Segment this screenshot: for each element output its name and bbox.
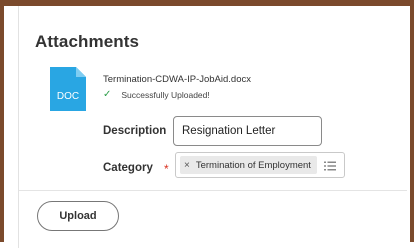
description-input[interactable] <box>173 116 322 146</box>
section-divider <box>19 190 407 191</box>
required-indicator: * <box>164 162 169 176</box>
prompt-list-icon[interactable] <box>324 159 336 171</box>
window-frame: Attachments DOC Termination-CDWA-IP-JobA… <box>0 0 414 248</box>
remove-category-icon[interactable]: × <box>184 160 190 171</box>
section-title: Attachments <box>35 32 140 51</box>
attachment-filename: Termination-CDWA-IP-JobAid.docx <box>103 74 251 85</box>
checkmark-icon: ✓ <box>103 89 112 100</box>
category-selected-label: Termination of Employment <box>195 159 311 171</box>
category-multiselect[interactable]: × Termination of Employment <box>175 152 345 178</box>
attachments-panel: Attachments DOC Termination-CDWA-IP-JobA… <box>18 6 407 248</box>
doc-file-icon: DOC <box>50 67 86 111</box>
category-selected-pill: × Termination of Employment <box>180 156 317 174</box>
upload-status: ✓ Successfully Uploaded! <box>103 89 210 101</box>
upload-status-text: Successfully Uploaded! <box>121 90 210 100</box>
category-label: Category <box>103 162 153 174</box>
description-label: Description <box>103 125 167 137</box>
upload-button[interactable]: Upload <box>37 201 119 231</box>
doc-icon-label: DOC <box>56 91 80 102</box>
